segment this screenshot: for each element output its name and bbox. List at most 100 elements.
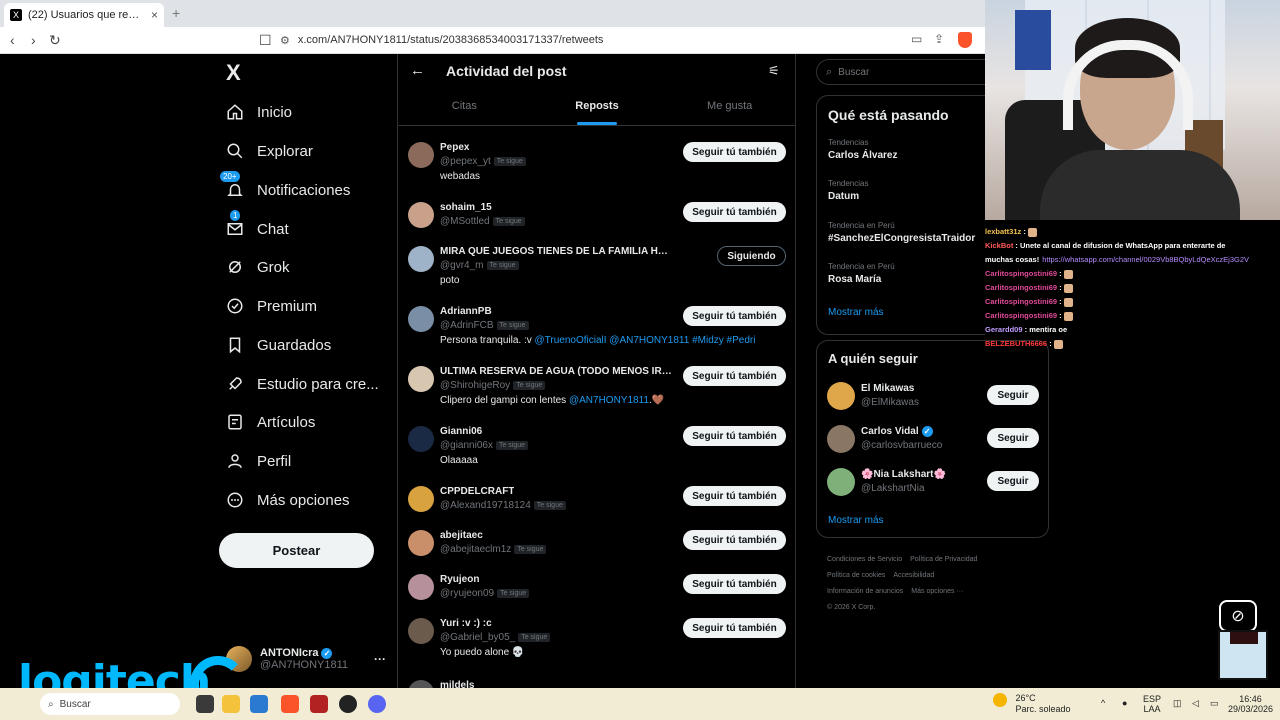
follow-button[interactable]: Seguir <box>987 471 1039 491</box>
follow-button[interactable]: Seguir <box>987 385 1039 405</box>
trend-item[interactable]: Tendencia en Perú Rosa María <box>828 262 895 285</box>
follow-back-button[interactable]: Seguir tú también <box>683 366 786 386</box>
network-icon[interactable]: ◫ <box>1173 698 1182 708</box>
avatar[interactable] <box>408 680 434 688</box>
follow-back-button[interactable]: Seguir tú también <box>683 202 786 222</box>
nav-item-explorar[interactable]: Explorar <box>226 137 313 165</box>
nav-item-articulos[interactable]: Artículos <box>226 408 315 436</box>
nav-item-inicio[interactable]: Inicio <box>226 98 292 126</box>
trend-item[interactable]: Tendencias Datum <box>828 179 868 202</box>
nav-item-mas-opciones[interactable]: Más opciones <box>226 486 350 514</box>
nav-item-chat[interactable]: 1 Chat <box>226 210 289 243</box>
trend-item[interactable]: Tendencia en Perú #SanchezElCongresistaTr… <box>828 221 975 244</box>
clock[interactable]: 16:46 29/03/2026 <box>1228 694 1273 714</box>
browser-tab[interactable]: X (22) Usuarios que repostearon e × <box>4 3 164 27</box>
avatar[interactable] <box>408 306 434 332</box>
user-name[interactable]: sohaim_15 <box>440 202 492 213</box>
tab-me-gusta[interactable]: Me gusta <box>663 88 795 125</box>
avatar[interactable] <box>408 246 434 272</box>
nav-item-perfil[interactable]: Perfil <box>226 447 291 475</box>
user-name[interactable]: AdriannPB <box>440 306 492 317</box>
user-row[interactable]: mildels <box>398 680 795 688</box>
tab-close-icon[interactable]: × <box>151 8 158 22</box>
user-row[interactable]: CPPDELCRAFT @Alexand19718124 Te sigue Segui… <box>398 486 795 526</box>
filter-icon[interactable]: ⚟ <box>768 63 780 79</box>
footer-link[interactable]: Información de anuncios <box>827 588 903 595</box>
avatar[interactable] <box>408 618 434 644</box>
follow-back-button[interactable]: Seguir tú también <box>683 530 786 550</box>
account-switcher[interactable]: ANTONIcra ✓ @AN7HONY1811 ··· <box>226 643 386 675</box>
user-name[interactable]: MIRA QUÉ JUEGOS TIENES DE LA FAMILIA HAY… <box>440 246 672 257</box>
app-icon[interactable] <box>310 695 328 713</box>
who-show-more-link[interactable]: Mostrar más <box>828 515 884 526</box>
site-settings-icon[interactable]: ⚙ <box>280 34 290 47</box>
user-row[interactable]: MIRA QUÉ JUEGOS TIENES DE LA FAMILIA HAY… <box>398 246 795 286</box>
user-row[interactable]: abejitaec @abejitaeclm1z Te sigue Seguir tú… <box>398 530 795 570</box>
user-name[interactable]: Yuri :v :) :c <box>440 618 492 629</box>
tab-reposts[interactable]: Reposts <box>531 88 664 125</box>
avatar[interactable] <box>408 486 434 512</box>
following-button[interactable]: Siguiendo <box>717 246 786 266</box>
microphone-icon[interactable]: ● <box>1122 698 1127 708</box>
weather-widget[interactable]: 26°C Parc. soleado <box>993 693 1071 715</box>
user-row[interactable]: AdriannPB @AdrinFCB Te sigue Persona tranqu… <box>398 306 795 346</box>
chat-link[interactable]: https://whatsapp.com/channel/0029Vb8BQby… <box>1042 255 1249 264</box>
user-row[interactable]: Pepex @pepex_yt Te sigue webadas Seguir tú t… <box>398 142 795 182</box>
nav-item-notificaciones[interactable]: 20+ Notificaciones <box>220 171 350 204</box>
forward-icon[interactable]: › <box>31 32 36 48</box>
avatar[interactable] <box>408 426 434 452</box>
footer-link[interactable]: Accesibilidad <box>893 572 934 579</box>
follow-back-button[interactable]: Seguir tú también <box>683 486 786 506</box>
taskbar-search[interactable]: ⌕ Buscar <box>40 693 180 715</box>
avatar[interactable] <box>408 530 434 556</box>
follow-back-button[interactable]: Seguir tú también <box>683 142 786 162</box>
brave-icon[interactable] <box>281 695 299 713</box>
footer-link[interactable]: Política de Privacidad <box>910 556 977 563</box>
bio-links[interactable]: @AN7HONY1811 <box>569 395 649 406</box>
user-row[interactable]: Ryujeon @ryujeon09 Te sigue Seguir tú tambi… <box>398 574 795 614</box>
footer-link[interactable]: Más opciones ··· <box>911 588 963 595</box>
nav-item-premium[interactable]: Premium <box>226 292 317 320</box>
search-input[interactable]: ⌕ Buscar <box>816 59 985 85</box>
task-view-icon[interactable] <box>196 695 214 713</box>
nav-item-grok[interactable]: Grok <box>226 253 290 281</box>
obs-icon[interactable] <box>339 695 357 713</box>
back-arrow-icon[interactable]: ← <box>410 62 425 79</box>
grok-widget-icon[interactable]: ⊘ <box>1219 600 1257 632</box>
follow-back-button[interactable]: Seguir tú también <box>683 306 786 326</box>
post-button[interactable]: Postear <box>219 533 374 568</box>
brave-shields-icon[interactable] <box>958 32 972 48</box>
avatar[interactable] <box>408 142 434 168</box>
avatar[interactable] <box>408 574 434 600</box>
cast-icon[interactable]: ▭ <box>911 32 922 46</box>
user-name[interactable]: abejitaec <box>440 530 483 541</box>
user-name[interactable]: Ryujeon <box>440 574 479 585</box>
back-icon[interactable]: ‹ <box>10 32 15 48</box>
suggested-user[interactable]: El Mikawas @ElMikawas Seguir <box>827 381 1039 411</box>
avatar[interactable] <box>408 202 434 228</box>
follow-back-button[interactable]: Seguir tú también <box>683 618 786 638</box>
x-logo-icon[interactable]: X <box>226 60 241 86</box>
user-name[interactable]: Gianni06 <box>440 426 482 437</box>
address-bar[interactable]: ⚙ x.com/AN7HONY1811/status/2038368534003… <box>280 30 920 50</box>
new-tab-icon[interactable]: + <box>172 5 180 21</box>
volume-icon[interactable]: ◁ <box>1192 698 1199 708</box>
follow-back-button[interactable]: Seguir tú también <box>683 426 786 446</box>
nav-item-guardados[interactable]: Guardados <box>226 331 331 359</box>
footer-link[interactable]: Condiciones de Servicio <box>827 556 902 563</box>
user-name[interactable]: ÚLTIMA RESERVA DE AGUA (TODO MENOS IRL..… <box>440 366 672 377</box>
avatar[interactable] <box>408 366 434 392</box>
user-row[interactable]: Yuri :v :) :c @Gabriel_by05_ Te sigue Yo pu… <box>398 618 795 658</box>
file-explorer-icon[interactable] <box>222 695 240 713</box>
battery-icon[interactable]: ▭ <box>1210 698 1219 708</box>
language-indicator[interactable]: ESP LAA <box>1143 694 1161 714</box>
user-name[interactable]: CPPDELCRAFT <box>440 486 514 497</box>
trend-item[interactable]: Tendencias Carlos Álvarez <box>828 138 897 161</box>
bio-links[interactable]: @TruenoOficialI @AN7HONY1811 #Midzy #Ped… <box>535 335 756 346</box>
share-icon[interactable]: ⇪ <box>934 32 944 46</box>
bookmark-page-icon[interactable]: ☐ <box>259 32 272 49</box>
tray-chevron-icon[interactable]: ^ <box>1101 698 1105 708</box>
user-name[interactable]: Pepex <box>440 142 469 153</box>
footer-link[interactable]: Política de cookies <box>827 572 885 579</box>
suggested-user[interactable]: Carlos Vidal ✓ @carlosvbarrueco Seguir <box>827 424 1039 454</box>
